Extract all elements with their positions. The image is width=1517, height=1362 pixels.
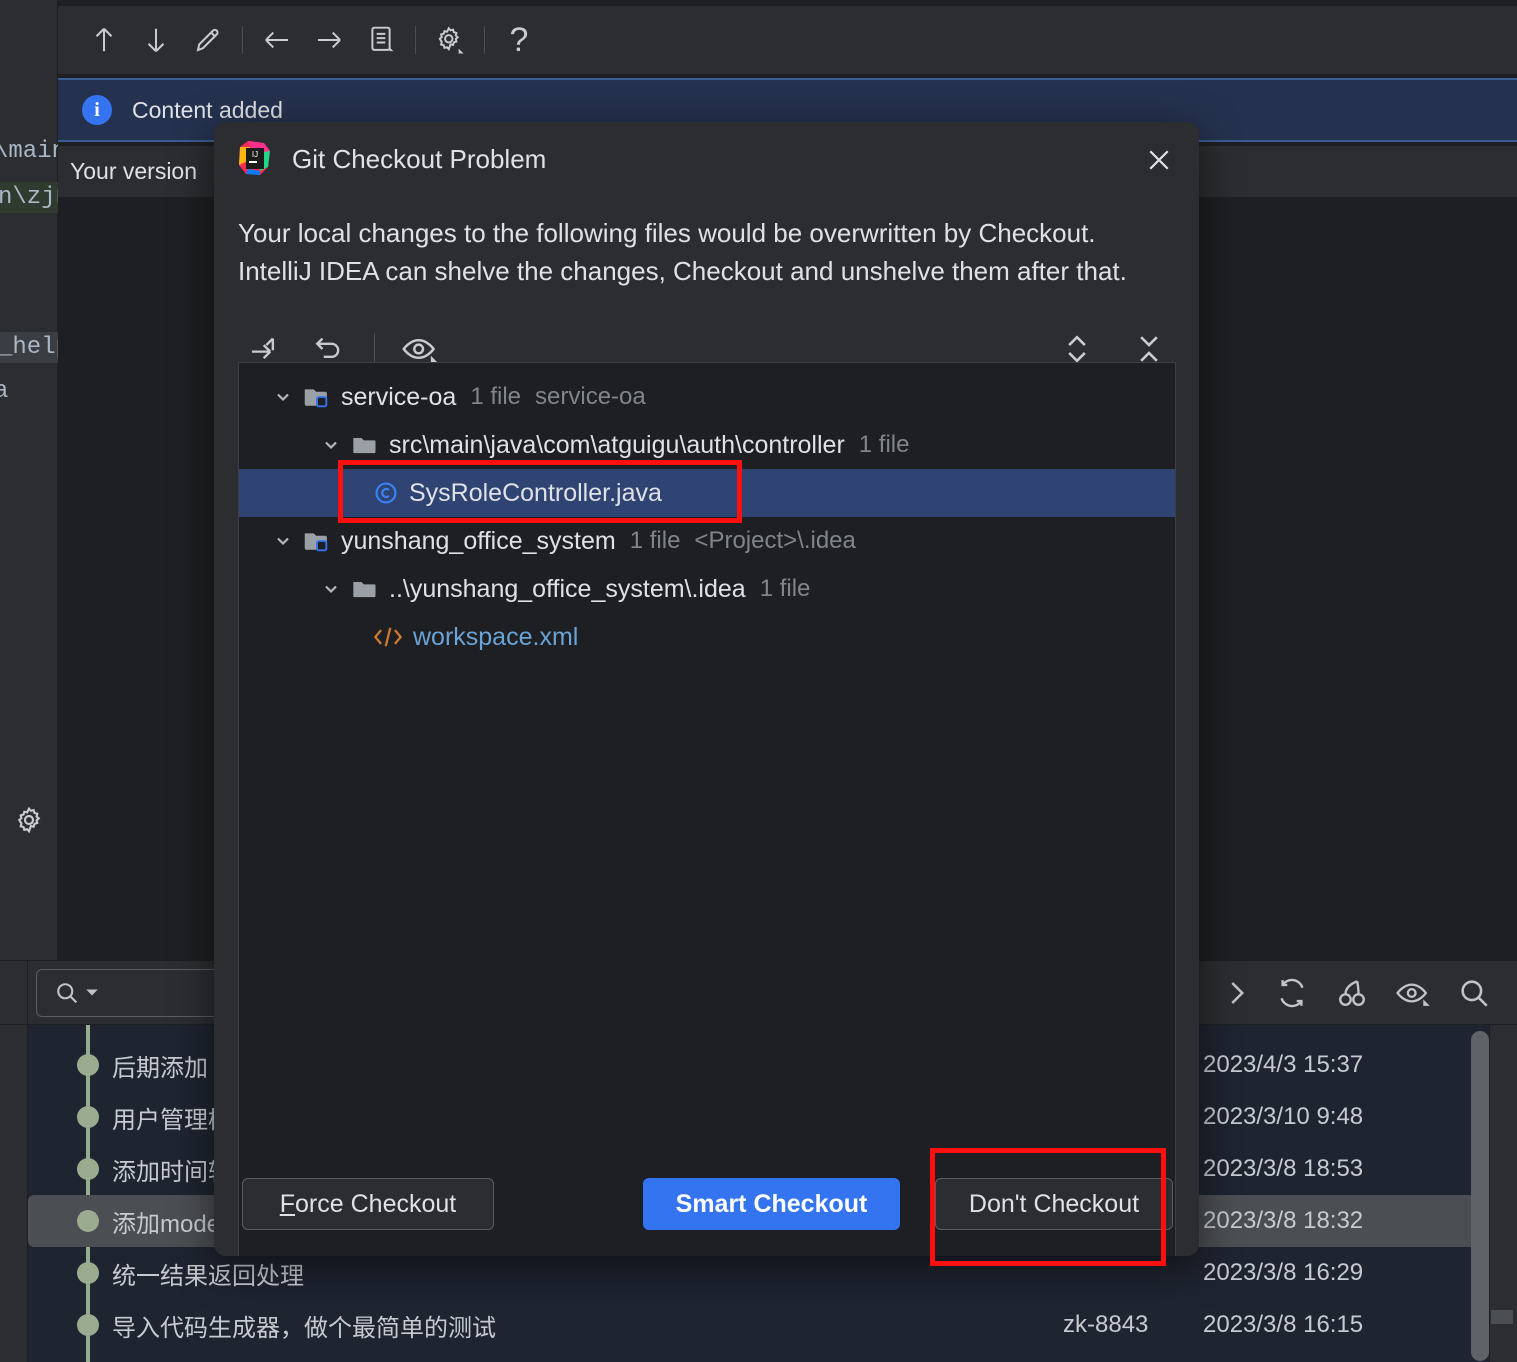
git-log-scrollbar[interactable]: [1471, 1031, 1489, 1361]
force-checkout-mnemonic: F: [279, 1189, 296, 1218]
chevron-down-icon[interactable]: [269, 387, 297, 407]
commit-row[interactable]: 导入代码生成器，做个最简单的测试 zk-8843 2023/3/8 16:15: [28, 1299, 1517, 1351]
force-checkout-label-rest: orce Checkout: [295, 1189, 457, 1218]
dialog-title-bar: IJ Git Checkout Problem: [214, 122, 1199, 196]
intellij-idea-logo: IJ: [239, 141, 270, 175]
tree-node-label: service-oa: [341, 382, 457, 411]
tree-node[interactable]: yunshang_office_system 1 file <Project>\.i…: [239, 517, 1175, 565]
commit-date: 2023/3/8 16:29: [1203, 1259, 1364, 1286]
commit-graph-node: [77, 1262, 99, 1284]
force-checkout-button[interactable]: Force Checkout: [242, 1178, 494, 1230]
accept-left-icon[interactable]: [251, 14, 303, 66]
commit-graph-node: [77, 1054, 99, 1076]
scroll-marker: [1491, 1310, 1513, 1324]
git-log-tab-column: [0, 960, 28, 1025]
next-difference-icon[interactable]: [130, 14, 182, 66]
smart-checkout-button[interactable]: Smart Checkout: [643, 1178, 900, 1230]
commit-subject: 统一结果返回处理: [112, 1262, 304, 1290]
clip-text-3: a: [0, 378, 9, 405]
dialog-message-line2: IntelliJ IDEA can shelve the changes, Ch…: [238, 256, 1127, 286]
refresh-icon[interactable]: [1275, 976, 1309, 1010]
clip-text-0: \main: [0, 138, 58, 165]
chevron-down-icon[interactable]: [317, 579, 345, 599]
svg-text:IJ: IJ: [252, 150, 258, 159]
dont-checkout-button[interactable]: Don't Checkout: [935, 1178, 1173, 1230]
tree-node-file-count: 1 file: [629, 527, 681, 554]
dialog-buttons: Force Checkout Smart Checkout Don't Chec…: [214, 1160, 1199, 1256]
commit-date: 2023/3/8 18:53: [1203, 1155, 1364, 1182]
chevron-right-icon[interactable]: [1223, 978, 1249, 1008]
tree-node[interactable]: src\main\java\com\atguigu\auth\controlle…: [239, 421, 1175, 469]
tree-node-label: ..\yunshang_office_system\.idea: [389, 574, 746, 603]
commit-graph-node: [77, 1314, 99, 1336]
search-icon: [57, 982, 78, 1003]
tree-node[interactable]: service-oa 1 file service-oa: [239, 373, 1175, 421]
chevron-down-icon: [86, 989, 98, 995]
toolbar-separator-2: [415, 26, 416, 54]
folder-icon: [351, 432, 379, 458]
tree-node-label: workspace.xml: [413, 622, 579, 651]
previous-difference-icon[interactable]: [78, 14, 130, 66]
diff-toolbar: ?: [58, 6, 1517, 74]
tree-node-label: src\main\java\com\atguigu\auth\controlle…: [389, 430, 845, 459]
info-icon: i: [82, 95, 112, 125]
tree-node[interactable]: ..\yunshang_office_system\.idea 1 file: [239, 565, 1175, 613]
tree-node-selected[interactable]: SysRoleController.java: [239, 469, 1175, 517]
tree-node-label: SysRoleController.java: [409, 478, 662, 507]
dialog-message-line1: Your local changes to the following file…: [238, 218, 1096, 248]
cherry-pick-icon[interactable]: [1335, 976, 1369, 1010]
commit-row[interactable]: 后端环境引入依赖zk-88432023/3/8 15:19: [28, 1351, 1517, 1362]
commit-author: zk-8843: [1063, 1311, 1149, 1338]
tree-node-path: <Project>\.idea: [694, 527, 856, 554]
commit-date: 2023/3/8 16:15: [1203, 1311, 1364, 1338]
tree-node-label: yunshang_office_system: [341, 526, 616, 555]
editor-clipped-text-column: \main n\zjnx _help a: [0, 130, 58, 560]
clip-text-2: _help: [0, 332, 58, 363]
commit-date: 2023/3/10 9:48: [1203, 1103, 1364, 1130]
commit-date: 2023/4/3 15:37: [1203, 1051, 1364, 1078]
module-folder-icon: [303, 384, 331, 410]
search-icon[interactable]: [1457, 976, 1491, 1010]
changed-files-tree[interactable]: service-oa 1 file service-oa src\main\java\…: [238, 362, 1176, 1256]
folder-icon: [351, 576, 379, 602]
dialog-message: Your local changes to the following file…: [238, 214, 1178, 290]
help-icon[interactable]: ?: [493, 14, 545, 66]
git-log-left-gutter: [0, 1025, 28, 1362]
dialog-title: Git Checkout Problem: [292, 143, 547, 174]
tree-toolbar-separator: [374, 333, 375, 365]
diff-settings-icon[interactable]: [355, 14, 407, 66]
chevron-down-icon[interactable]: [269, 531, 297, 551]
tree-node-file-count: 1 file: [858, 431, 910, 458]
accept-right-icon[interactable]: [303, 14, 355, 66]
commit-graph-node: [77, 1210, 99, 1232]
tree-node-path: service-oa: [535, 383, 646, 410]
show-preview-icon[interactable]: [1395, 978, 1431, 1008]
toolbar-separator-1: [242, 26, 243, 54]
notification-text: Content added: [132, 96, 283, 123]
close-icon[interactable]: [1139, 140, 1179, 180]
tree-node-file-count: 1 file: [470, 383, 522, 410]
java-class-icon: [373, 480, 399, 506]
toolbar-separator-3: [484, 26, 485, 54]
tree-node-file-count: 1 file: [759, 575, 811, 602]
commit-graph-node: [77, 1106, 99, 1128]
commit-date: 2023/3/8 18:32: [1203, 1207, 1364, 1234]
edit-icon[interactable]: [182, 14, 234, 66]
xml-file-icon: [373, 624, 403, 650]
git-log-right-gutter: [1489, 1025, 1517, 1362]
git-checkout-problem-dialog: IJ Git Checkout Problem Your local chang…: [214, 122, 1199, 1256]
commit-graph-node: [77, 1158, 99, 1180]
commit-subject: 后期添加: [112, 1054, 208, 1082]
tree-node[interactable]: workspace.xml: [239, 613, 1175, 661]
gear-icon[interactable]: [10, 800, 48, 840]
clip-text-1: n\zjnx: [0, 182, 58, 213]
module-folder-icon: [303, 528, 331, 554]
commit-subject: 导入代码生成器，做个最简单的测试: [112, 1314, 496, 1342]
gear-icon[interactable]: [424, 14, 476, 66]
git-log-toolbar-actions: [1223, 961, 1491, 1025]
chevron-down-icon[interactable]: [317, 435, 345, 455]
